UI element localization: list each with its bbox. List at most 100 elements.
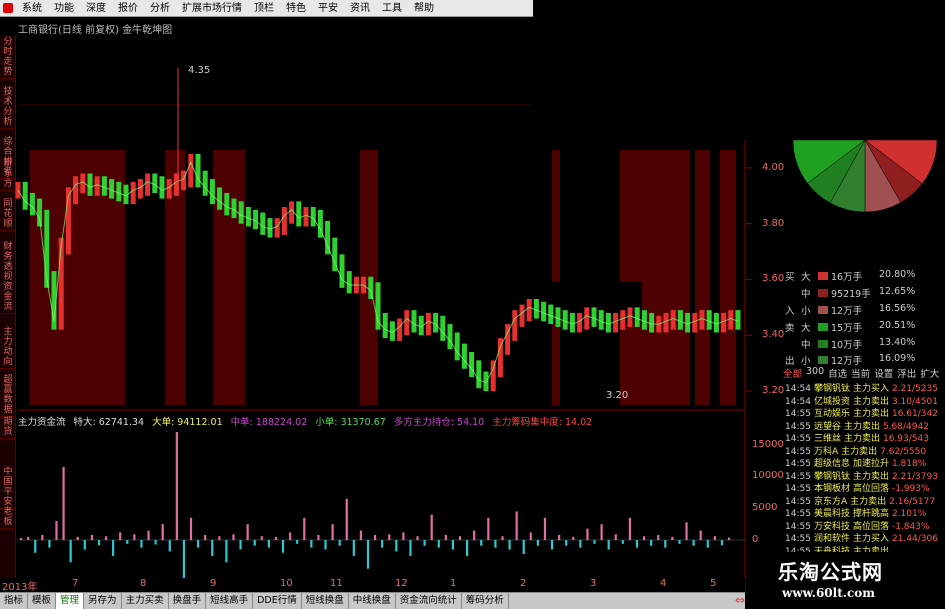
row-volume: 95219手 [831, 289, 871, 300]
tick-row[interactable]: 14:55 万安科技 高位回落 -1.843% [785, 519, 945, 530]
price-bar [267, 218, 273, 238]
right-tab[interactable]: 当前 [851, 366, 870, 380]
bottom-tab[interactable]: 另存为 [84, 593, 122, 609]
volume-bar [232, 534, 235, 541]
tick-v: 21.44/306 [891, 534, 938, 542]
bottom-tab[interactable]: 短线高手 [206, 593, 254, 609]
peak-label: 4.35 [188, 65, 210, 76]
volume-bar [239, 540, 242, 550]
bottom-tab[interactable]: 模板 [28, 593, 57, 609]
bottom-tab[interactable]: 指标 [0, 593, 29, 609]
price-bar [87, 173, 93, 196]
volume-bar [253, 540, 256, 546]
tick-row[interactable]: 14:55 三维丝 主力卖出 16.93/543 [785, 431, 945, 442]
price-bar [159, 176, 165, 199]
price-bar [613, 312, 619, 333]
volume-bar [692, 540, 695, 546]
volume-bar [104, 536, 108, 541]
annotations: 4.35 3.20 [177, 65, 628, 401]
tick-row[interactable]: 14:55 攀钢钒钛 主力卖出 2.21/3793 [785, 469, 945, 480]
volume-bar [303, 517, 306, 541]
volume-axis-label: 10000 [752, 470, 784, 482]
row-volume: 12万手 [831, 356, 863, 367]
volume-bar [515, 511, 518, 541]
volume-bar [621, 540, 624, 544]
date-label: 9 [210, 578, 217, 589]
volume-bar [628, 517, 632, 541]
watermark-title: 乐淘公式网 [778, 560, 883, 584]
tick-row[interactable]: 14:55 京东方A 主力卖出 2.16/5177 [785, 494, 945, 505]
price-bar [641, 310, 647, 330]
watermark: 乐淘公式网 www.60lt.com [752, 552, 945, 609]
tick-n: 润和软件 [813, 534, 850, 542]
bottom-tab[interactable]: 中线换盘 [349, 593, 396, 609]
row-percent: 16.09% [879, 353, 916, 364]
bottom-tab[interactable]: 主力买卖 [122, 593, 169, 609]
right-tab[interactable]: 扩大 [920, 366, 939, 380]
row-percent: 13.40% [879, 337, 916, 348]
tick-row[interactable]: 14:55 本钢板材 高位回落 -1.993% [785, 481, 945, 492]
bottom-tab[interactable]: 筹码分析 [462, 593, 509, 609]
price-bar [577, 312, 583, 333]
bottom-tab[interactable]: 短线换盘 [302, 593, 349, 609]
tick-a: 高位回落 [852, 484, 889, 492]
tick-row[interactable]: 14:55 润和软件 主力买入 21.44/306 [785, 531, 945, 542]
price-bar [598, 310, 604, 330]
price-bar [627, 307, 633, 327]
buy-sell-row: 出小 12万手 16.09% [783, 353, 945, 367]
bottom-tab[interactable]: 换盘手 [169, 593, 207, 609]
volume-bar [182, 540, 186, 579]
volume-bar [289, 532, 292, 541]
price-bar [483, 371, 489, 392]
right-tab[interactable]: 设置 [874, 366, 893, 380]
tick-row[interactable]: 14:54 攀钢钒钛 主力买入 2.21/5235 [785, 381, 945, 392]
row-side: 入 [785, 306, 795, 317]
row-level: 大 [801, 323, 811, 334]
price-bar [454, 332, 460, 361]
indicator-te-da: 特大: 62741.34 [73, 417, 145, 428]
volume-bar [529, 532, 532, 541]
right-tab[interactable]: 自选 [828, 366, 847, 380]
tick-n: 超级信息 [813, 459, 850, 467]
tick-row[interactable]: 14:55 美晨科技 撑杆跳高 2.101% [785, 506, 945, 517]
row-level: 小 [801, 356, 811, 367]
tick-row[interactable]: 14:55 超级信息 加速拉升 1.818% [785, 456, 945, 467]
tick-row[interactable]: 14:55 万科A 主力卖出 7.62/5550 [785, 444, 945, 455]
tick-t: 14:55 [785, 509, 811, 517]
row-volume: 16万手 [831, 272, 863, 283]
row-volume: 12万手 [831, 306, 863, 317]
tick-t: 14:55 [785, 459, 811, 467]
bottom-tab[interactable]: 管理 [56, 593, 85, 609]
volume-bar [600, 524, 603, 541]
volume-bar [90, 534, 93, 541]
tick-row[interactable]: 14:55 互动娱乐 主力卖出 16.61/342 [785, 406, 945, 417]
indicator-name[interactable]: 主力资金流 [18, 414, 66, 428]
right-tab[interactable]: 300 [806, 366, 824, 379]
bottom-tab[interactable]: 资金流向统计 [396, 593, 462, 609]
date-label: 2013年 [2, 582, 38, 593]
volume-bar [62, 466, 65, 541]
tick-row[interactable]: 14:55 远望谷 主力卖出 5.68/4942 [785, 419, 945, 430]
bottom-tab[interactable]: DDE行情 [253, 593, 302, 609]
tick-row[interactable]: 14:54 亿城投资 主力卖出 3.10/4501 [785, 394, 945, 405]
volume-bar [274, 536, 278, 541]
price-axis-label: 3.60 [762, 273, 785, 285]
scroll-arrows-icon[interactable]: ⇔ [735, 592, 749, 609]
price-bar [22, 181, 28, 210]
background-bands [30, 150, 736, 405]
volume-bar [465, 540, 469, 556]
price-bar [461, 343, 467, 369]
volume-bar [83, 540, 86, 550]
row-swatch [818, 272, 828, 280]
tick-t: 14:55 [785, 496, 811, 505]
price-bar [253, 209, 259, 230]
volume-bar [685, 522, 688, 541]
right-tab[interactable]: 全部 [783, 366, 802, 380]
tick-n: 互动娱乐 [813, 409, 850, 417]
tick-n: 万科A [813, 446, 839, 455]
right-tab[interactable]: 浮出 [897, 366, 916, 380]
volume-bar [480, 540, 483, 546]
volume-bar [352, 540, 355, 556]
date-label: 2 [520, 578, 527, 589]
price-bar [195, 153, 201, 188]
